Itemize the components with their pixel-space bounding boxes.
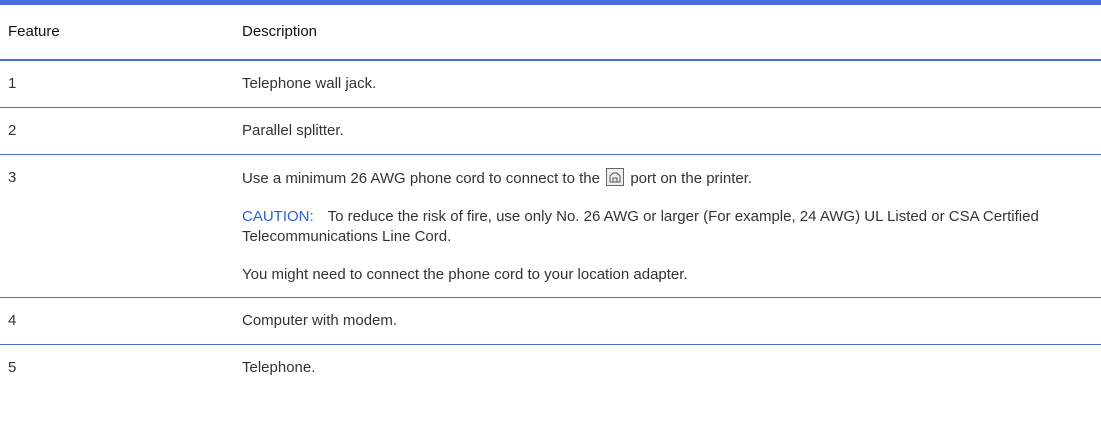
header-feature: Feature (8, 23, 60, 40)
feature-number: 5 (8, 359, 17, 376)
feature-number: 1 (8, 75, 17, 92)
description-paragraph: Use a minimum 26 AWG phone cord to conne… (242, 168, 1091, 189)
feature-table: Feature Description 1 Telephone wall jac… (0, 0, 1101, 391)
caution-label: CAUTION: (242, 208, 314, 225)
feature-description: Computer with modem. (242, 312, 398, 329)
table-row: 5 Telephone. (0, 345, 1101, 391)
feature-description: Telephone wall jack. (242, 75, 377, 92)
description-text-after: port on the printer. (630, 170, 753, 187)
fax-port-icon (606, 168, 625, 186)
table-row: 1 Telephone wall jack. (0, 61, 1101, 108)
feature-number: 3 (8, 169, 17, 186)
caution-paragraph: CAUTION: To reduce the risk of fire, use … (242, 207, 1091, 247)
description-text-before: Use a minimum 26 AWG phone cord to conne… (242, 170, 600, 187)
caution-text: To reduce the risk of fire, use only No.… (242, 208, 1039, 245)
header-description: Description (242, 23, 318, 40)
table-row: 3 Use a minimum 26 AWG phone cord to con… (0, 155, 1101, 298)
table-row: 4 Computer with modem. (0, 298, 1101, 345)
feature-description: Use a minimum 26 AWG phone cord to conne… (242, 168, 1101, 285)
table-row: 2 Parallel splitter. (0, 108, 1101, 155)
feature-number: 4 (8, 312, 17, 329)
table-header-row: Feature Description (0, 5, 1101, 61)
feature-number: 2 (8, 122, 17, 139)
feature-description: Parallel splitter. (242, 122, 344, 139)
note-paragraph: You might need to connect the phone cord… (242, 266, 688, 283)
feature-description: Telephone. (242, 359, 316, 376)
